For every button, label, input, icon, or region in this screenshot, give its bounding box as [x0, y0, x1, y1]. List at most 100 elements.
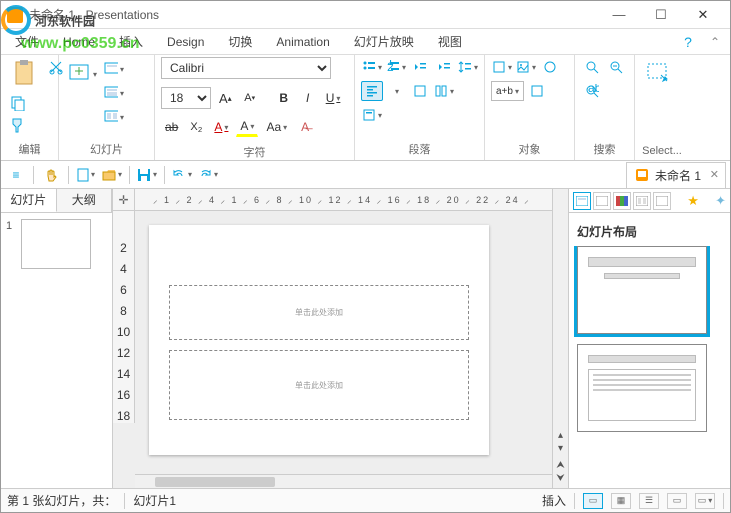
shape-icon[interactable]: [491, 57, 513, 77]
pane-tab-anim-icon[interactable]: [653, 192, 671, 210]
status-slide-info: 第 1 张幻灯片，共：: [7, 492, 116, 509]
ribbon-label-search: 搜索: [581, 138, 628, 160]
svg-text:2: 2: [387, 60, 394, 74]
pane-tab-color-icon[interactable]: [613, 192, 631, 210]
new-slide-icon[interactable]: [65, 57, 99, 91]
maximize-button[interactable]: ☐: [640, 3, 682, 27]
view-sorter-icon[interactable]: ▦: [611, 493, 631, 509]
window-title: 未命名 1 - Presentations: [29, 6, 598, 23]
columns-icon[interactable]: [433, 81, 455, 101]
paste-icon[interactable]: [7, 57, 41, 91]
qat-open-icon[interactable]: [101, 165, 123, 185]
ribbon-group-paragraph: 12 段落: [355, 55, 485, 160]
slide-master-icon[interactable]: [103, 83, 125, 103]
doc-tab-close-icon[interactable]: ✕: [710, 168, 719, 181]
increase-indent-icon[interactable]: [433, 57, 455, 77]
help-button[interactable]: ?: [676, 34, 700, 50]
horizontal-scrollbar[interactable]: [135, 474, 552, 488]
ribbon-group-select: Select...: [635, 55, 689, 160]
layout-option-1[interactable]: [577, 246, 707, 334]
ribbon-group-slides: 幻灯片: [59, 55, 155, 160]
view-notes-icon[interactable]: ▭: [667, 493, 687, 509]
font-name-select[interactable]: Calibri: [161, 57, 331, 79]
goto-icon[interactable]: [605, 57, 627, 77]
symbol-icon[interactable]: [526, 81, 548, 101]
textbox-button[interactable]: a+b: [491, 81, 524, 101]
grow-font-button[interactable]: A▴: [215, 88, 236, 108]
strikethrough-button[interactable]: ab: [161, 117, 182, 137]
change-case-button[interactable]: Aa: [262, 117, 291, 137]
layout-option-2[interactable]: [577, 344, 707, 432]
menu-slideshow[interactable]: 幻灯片放映: [344, 30, 424, 53]
vertical-scrollbar[interactable]: ▴▾ ⮝⮟: [552, 189, 568, 488]
font-size-select[interactable]: 18: [161, 87, 211, 109]
shrink-font-button[interactable]: A▾: [240, 88, 260, 108]
font-color-button[interactable]: A: [210, 117, 232, 137]
document-tab[interactable]: 未命名 1 ✕: [626, 162, 726, 188]
bold-button[interactable]: B: [274, 88, 294, 108]
pane-tab-layout-icon[interactable]: [573, 192, 591, 210]
slide-number: 1: [6, 220, 12, 232]
view-slideshow-icon[interactable]: ▭: [695, 493, 715, 509]
find-icon[interactable]: [581, 57, 603, 77]
subscript-button[interactable]: X₂: [186, 117, 206, 137]
picture-icon[interactable]: [515, 57, 537, 77]
bullets-icon[interactable]: [361, 57, 383, 77]
copy-icon[interactable]: [7, 93, 29, 113]
effects-icon[interactable]: [539, 57, 561, 77]
layout-icon[interactable]: [103, 59, 125, 79]
pane-tab-star-icon[interactable]: ★: [687, 193, 699, 209]
title-placeholder[interactable]: 单击此处添加: [169, 285, 469, 340]
minimize-button[interactable]: —: [598, 3, 640, 27]
menu-view[interactable]: 视图: [428, 30, 472, 53]
ribbon-group-font: Calibri 18 A▴ A▾ B I U ab X₂ A A Aa A̶ 字…: [155, 55, 355, 160]
close-button[interactable]: ✕: [682, 3, 724, 27]
select-icon[interactable]: [641, 57, 675, 91]
pane-tab-master-icon[interactable]: [633, 192, 651, 210]
qat-undo-icon[interactable]: [171, 165, 193, 185]
decrease-indent-icon[interactable]: [409, 57, 431, 77]
vertical-align-icon[interactable]: [361, 105, 383, 125]
highlight-button[interactable]: A: [236, 117, 258, 137]
line-spacing-icon[interactable]: [457, 57, 479, 77]
status-insert-mode: 插入: [542, 492, 566, 509]
qat-redo-icon[interactable]: [197, 165, 219, 185]
menu-design[interactable]: Design: [157, 32, 214, 52]
menu-animation[interactable]: Animation: [266, 32, 339, 52]
watermark-logo: 河东软件园: [1, 5, 95, 35]
slide-canvas[interactable]: 单击此处添加 单击此处添加: [149, 225, 489, 455]
slide-thumbnail[interactable]: 1: [21, 219, 91, 269]
slide-stage[interactable]: 单击此处添加 单击此处添加: [135, 211, 552, 474]
ribbon-label-objects: 对象: [491, 138, 568, 160]
collapse-ribbon-button[interactable]: ⌃: [704, 35, 726, 49]
replace-icon[interactable]: ab: [581, 81, 603, 101]
qat-menu-icon[interactable]: ≡: [5, 165, 27, 185]
pane-title: 幻灯片布局: [569, 213, 730, 246]
ribbon-label-edit: 编辑: [7, 138, 52, 160]
content-placeholder[interactable]: 单击此处添加: [169, 350, 469, 420]
align-more-icon[interactable]: [385, 81, 407, 101]
titlebar: 未命名 1 - Presentations — ☐ ✕: [1, 1, 730, 29]
slide-panel: 幻灯片 大纲 1: [1, 189, 113, 488]
tab-outline[interactable]: 大纲: [57, 189, 113, 212]
view-normal-icon[interactable]: ▭: [583, 493, 603, 509]
qat-hand-icon[interactable]: [40, 165, 62, 185]
text-direction-icon[interactable]: [409, 81, 431, 101]
underline-button[interactable]: U: [322, 88, 345, 108]
menu-transition[interactable]: 切换: [218, 30, 262, 53]
clear-format-button[interactable]: A̶: [295, 117, 315, 137]
pane-tab-design-icon[interactable]: [593, 192, 611, 210]
qat-new-icon[interactable]: [75, 165, 97, 185]
align-left-icon[interactable]: [361, 81, 383, 101]
ribbon-group-edit: 编辑: [1, 55, 59, 160]
tab-slides[interactable]: 幻灯片: [1, 189, 57, 212]
format-painter-icon[interactable]: [7, 115, 29, 135]
horizontal-ruler: ⸝ 1 ⸝ 2 ⸝ 4 ⸝ 1 ⸝ 6 ⸝ 8 ⸝ 10 ⸝ 12 ⸝ 14 ⸝…: [135, 189, 552, 211]
reset-layout-icon[interactable]: [103, 107, 125, 127]
view-outline-icon[interactable]: ☰: [639, 493, 659, 509]
pane-tab-star2-icon[interactable]: ✦: [715, 193, 726, 209]
numbering-icon[interactable]: 12: [385, 57, 407, 77]
italic-button[interactable]: I: [298, 88, 318, 108]
qat-save-icon[interactable]: [136, 165, 158, 185]
ribbon: 编辑 幻灯片 Calibri 18 A▴ A▾ B: [1, 55, 730, 161]
